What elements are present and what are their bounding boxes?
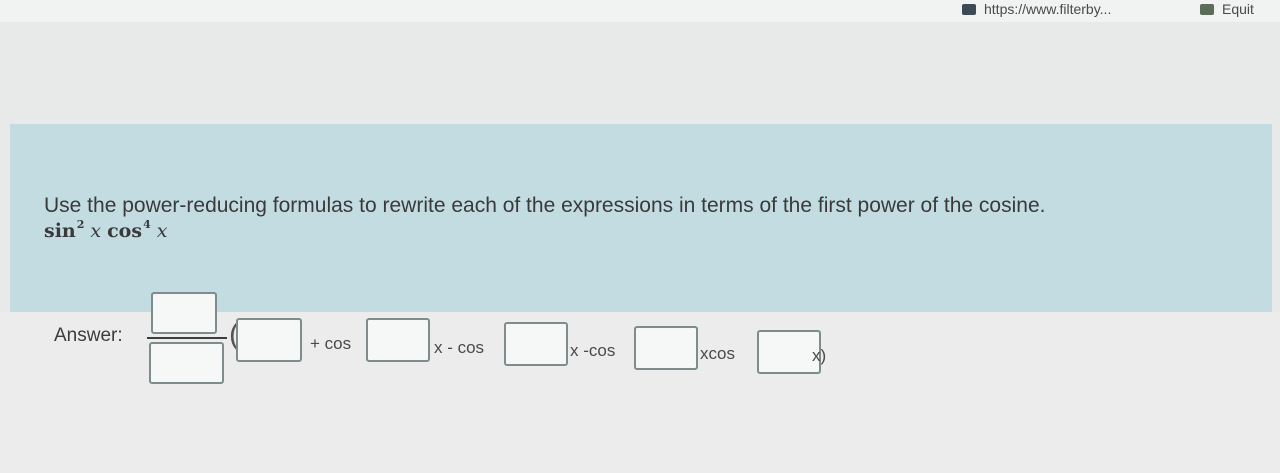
fraction-numerator-input[interactable] xyxy=(151,292,217,334)
answer-label: Answer: xyxy=(54,325,123,346)
variable-x: x xyxy=(156,220,168,242)
cos-argument-input-3[interactable] xyxy=(634,326,698,370)
cos-argument-input-2[interactable] xyxy=(504,322,568,366)
sin-function: sin xyxy=(44,220,76,242)
fraction-bar xyxy=(147,337,227,339)
bookmark-filterby[interactable]: https://www.filterby... xyxy=(962,0,1111,18)
cos-function: cos xyxy=(107,220,143,242)
bookmark-label: https://www.filterby... xyxy=(984,1,1112,17)
question-expression: sin2 x cos4 x xyxy=(44,218,173,242)
bookmark-favicon-icon xyxy=(1200,3,1214,15)
fraction-denominator-input[interactable] xyxy=(149,342,224,384)
bookmark-equit[interactable]: Equit xyxy=(1200,0,1254,18)
sin-exponent: 2 xyxy=(76,218,85,231)
term-x-close-paren: x) xyxy=(812,346,827,365)
constant-term-input[interactable] xyxy=(236,318,302,362)
question-panel xyxy=(10,124,1272,312)
bookmarks-bar: https://www.filterby... Equit xyxy=(0,0,1280,23)
term-x-minus-cos: x - cos xyxy=(434,338,485,357)
term-plus-cos: + cos xyxy=(310,334,352,353)
term-x-cos: xcos xyxy=(700,344,735,363)
variable-x: x xyxy=(90,220,102,242)
bookmark-favicon-icon xyxy=(962,3,976,15)
cos-argument-input-1[interactable] xyxy=(366,318,430,362)
page-content xyxy=(0,22,1280,473)
cos-exponent: 4 xyxy=(143,218,151,231)
bookmark-label: Equit xyxy=(1222,1,1254,17)
term-x-minus-cos-2: x -cos xyxy=(570,341,616,360)
question-instruction: Use the power-reducing formulas to rewri… xyxy=(44,194,1046,217)
